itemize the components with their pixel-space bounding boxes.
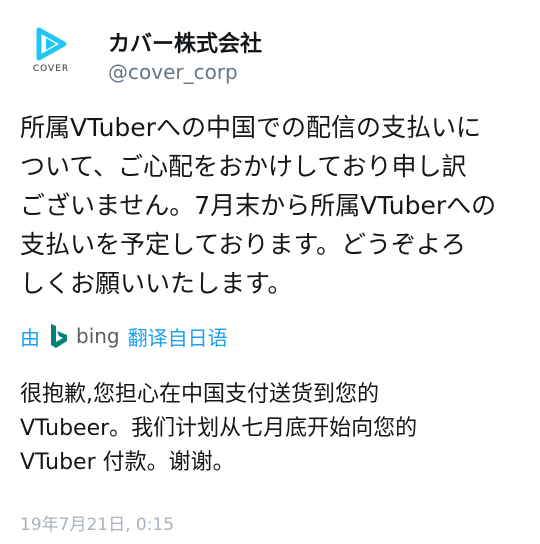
display-name[interactable]: カバー株式会社: [108, 26, 262, 58]
bing-icon: [48, 323, 70, 349]
tweet-line: しくお願いいたします。: [20, 269, 293, 298]
tweet-header: COVER カバー株式会社 @cover_corp: [18, 16, 528, 84]
bing-label[interactable]: bing: [76, 324, 120, 348]
translated-text: 很抱歉,您担心在中国支付送货到您的 VTubeer。我们计划从七月底开始向您的 …: [20, 378, 530, 480]
tweet-line: ございません。7月末から所属VTuberへの: [20, 191, 497, 220]
cover-logo-icon: [36, 27, 67, 61]
user-handle[interactable]: @cover_corp: [108, 60, 238, 84]
translation-source-link[interactable]: 翻译自日语: [128, 322, 228, 351]
tweet-line: ついて、ご心配をおかけしており申し訳: [20, 152, 467, 181]
tweet-timestamp[interactable]: 19年7月21日, 0:15: [20, 510, 174, 535]
tweet-line: 支払いを予定しております。どうぞよろ: [20, 230, 467, 259]
translated-line: 很抱歉,您担心在中国支付送货到您的: [20, 382, 379, 407]
translated-line: VTubeer。我们计划从七月底开始向您的: [20, 416, 418, 441]
avatar[interactable]: COVER: [18, 16, 84, 82]
tweet-line: 所属VTuberへの中国での配信の支払いに: [20, 113, 481, 142]
translation-attribution[interactable]: 由 bing 翻译自日语: [20, 322, 228, 350]
translated-line: VTuber 付款。谢谢。: [20, 450, 235, 475]
tweet-text: 所属VTuberへの中国での配信の支払いに ついて、ご心配をおかけしており申し訳…: [20, 108, 530, 303]
avatar-label: COVER: [32, 64, 70, 74]
translated-by-label: 由: [20, 325, 40, 350]
